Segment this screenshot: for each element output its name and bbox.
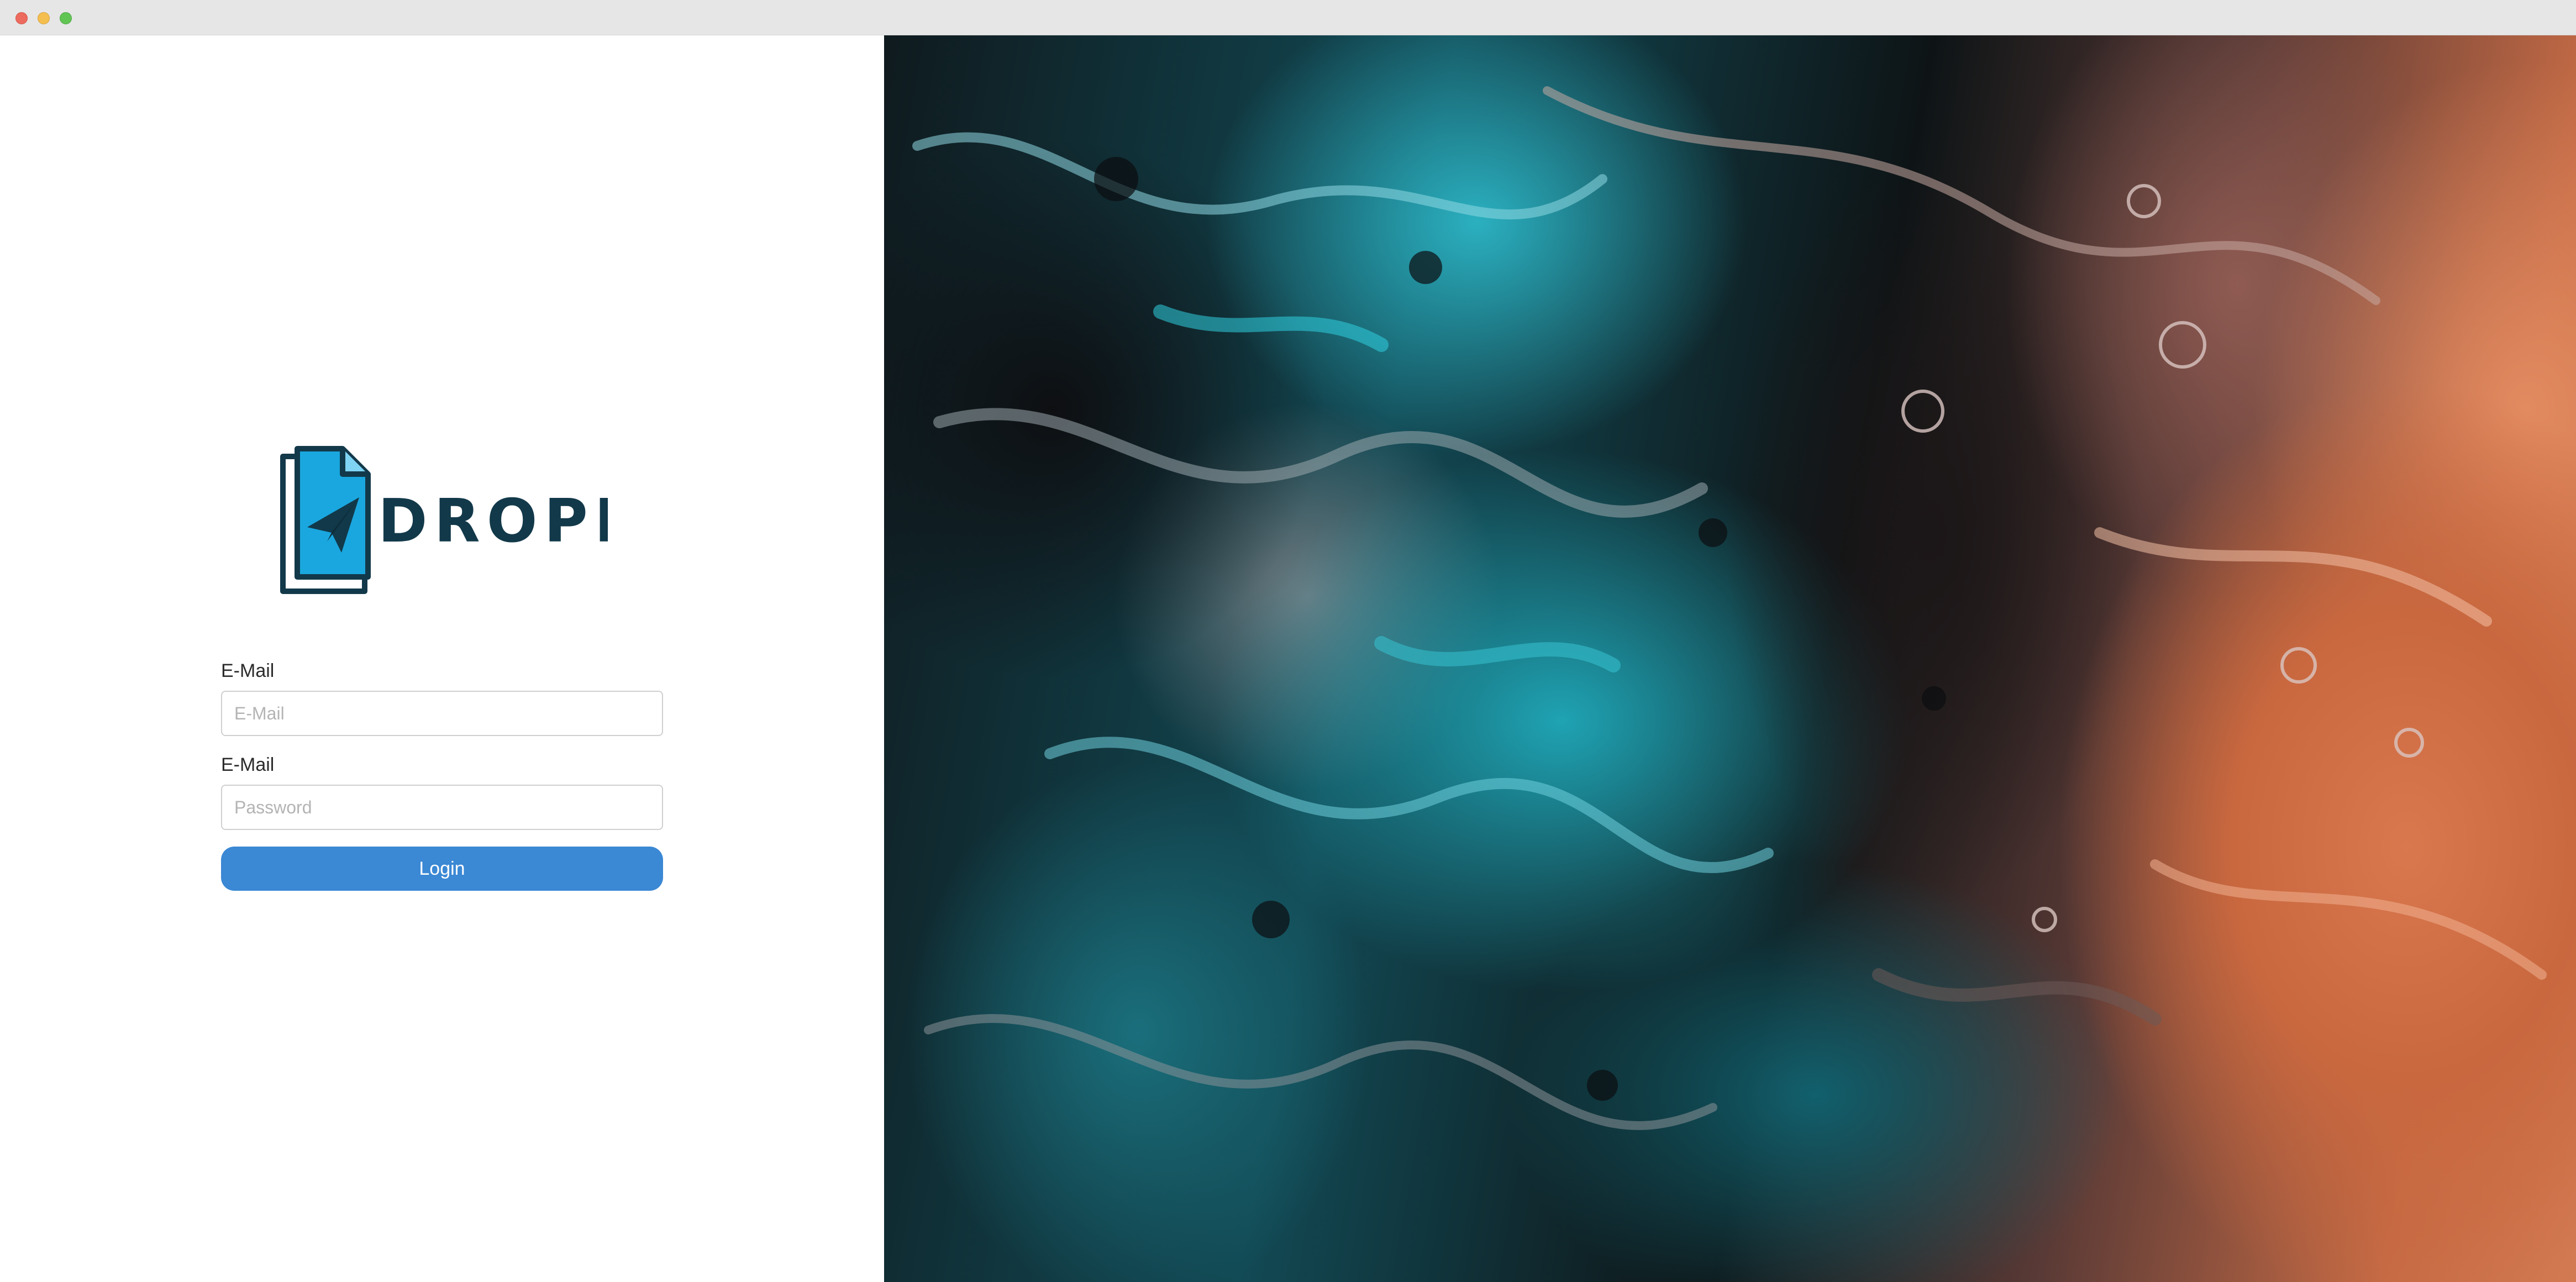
fluid-texture-overlay [912, 86, 2547, 1130]
password-label: E-Mail [221, 754, 275, 775]
abstract-fluid-art-image [884, 35, 2576, 1282]
logo-wordmark: DROPPY [378, 487, 608, 556]
droppy-logo: DROPPY [276, 444, 688, 597]
email-label: E-Mail [221, 660, 275, 681]
paper-plane-document-icon: DROPPY [280, 446, 688, 594]
email-input[interactable] [221, 691, 663, 736]
login-button[interactable]: Login [221, 847, 663, 891]
window-close-button[interactable] [15, 12, 28, 24]
window-maximize-button[interactable] [60, 12, 72, 24]
login-panel: DROPPY E-Mail E-Mail Login [0, 35, 884, 1282]
login-form: E-Mail E-Mail Login [221, 659, 663, 891]
window-titlebar [0, 0, 2576, 35]
window-minimize-button[interactable] [38, 12, 50, 24]
password-input[interactable] [221, 785, 663, 830]
